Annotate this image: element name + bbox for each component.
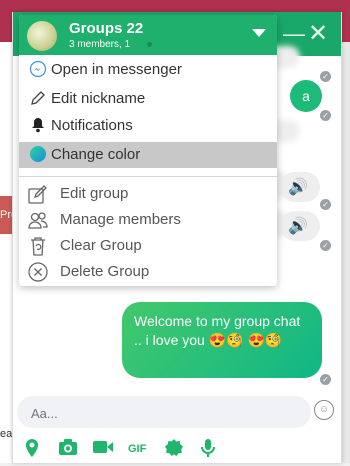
outgoing-message[interactable]: Welcome to my group chat .. i love you 😍… <box>122 302 322 378</box>
menu-item-open-in-messenger[interactable]: Open in messenger <box>19 57 277 83</box>
background-left-strip <box>0 42 12 463</box>
menu-item-manage-members[interactable]: Manage members <box>19 207 277 233</box>
menu-item-label: Notifications <box>51 117 133 134</box>
menu-item-label: Change color <box>51 146 141 163</box>
video-icon[interactable] <box>92 438 114 460</box>
close-circle-icon <box>27 261 49 283</box>
speaker-icon[interactable]: 🔊 <box>288 177 308 197</box>
gif-button[interactable]: GIF <box>128 438 146 460</box>
group-subtitle: 3 members, 1 <box>69 39 131 50</box>
bell-icon <box>29 116 47 134</box>
menu-item-delete-group[interactable]: Delete Group <box>19 259 277 285</box>
seen-check-icon: ✓ <box>320 110 331 121</box>
emoji-icon[interactable]: ☺ <box>314 400 334 420</box>
menu-item-change-color[interactable]: Change color <box>19 142 277 168</box>
composer-toolbar: GIF <box>24 438 224 460</box>
message-composer[interactable] <box>17 396 311 428</box>
pencil-icon <box>29 89 47 107</box>
color-dot-icon <box>29 145 47 163</box>
seen-check-icon: ✓ <box>320 374 331 385</box>
menu-item-label: Edit group <box>60 185 129 202</box>
background-left-red-tab: Pro <box>0 196 12 234</box>
menu-item-label: Open in messenger <box>51 61 182 78</box>
menu-divider <box>19 176 277 177</box>
group-header[interactable]: Groups 22 3 members, 1 <box>19 15 277 55</box>
seen-check-icon: ✓ <box>320 199 331 210</box>
group-avatar <box>27 21 57 51</box>
menu-item-label: Manage members <box>60 211 181 228</box>
speaker-icon[interactable]: 🔊 <box>288 216 308 236</box>
camera-icon[interactable] <box>58 438 78 460</box>
menu-item-notifications[interactable]: Notifications <box>19 113 277 139</box>
trash-icon <box>27 235 49 257</box>
edit-icon <box>27 183 49 205</box>
group-options-menu: Groups 22 3 members, 1 Open in messenger… <box>19 15 277 286</box>
seen-check-icon: ✓ <box>320 240 331 251</box>
online-dot <box>147 42 152 47</box>
menu-item-edit-nickname[interactable]: Edit nickname <box>19 86 277 112</box>
group-title: Groups 22 <box>69 20 144 37</box>
background-left-text: ea <box>0 428 12 440</box>
voice-message[interactable]: 🔊 <box>280 172 320 202</box>
menu-item-label: Clear Group <box>60 237 142 254</box>
menu-item-label: Delete Group <box>60 263 150 280</box>
my-message-bubble[interactable]: a <box>290 80 322 112</box>
menu-item-clear-group[interactable]: Clear Group <box>19 233 277 259</box>
members-icon <box>27 209 49 231</box>
messenger-icon <box>29 60 47 78</box>
background-red-text: Pro <box>0 209 12 221</box>
sticker-icon[interactable] <box>164 438 184 460</box>
chevron-down-icon[interactable] <box>252 29 266 37</box>
close-icon[interactable]: ✕ <box>307 22 329 46</box>
menu-item-edit-group[interactable]: Edit group <box>19 181 277 207</box>
seen-check-icon: ✓ <box>320 71 331 82</box>
microphone-icon[interactable] <box>200 438 216 460</box>
voice-message[interactable]: 🔊 <box>280 211 320 241</box>
location-icon[interactable] <box>24 438 40 460</box>
menu-item-label: Edit nickname <box>51 90 146 107</box>
message-input[interactable] <box>29 403 303 423</box>
minimize-icon[interactable]: — <box>283 23 305 45</box>
